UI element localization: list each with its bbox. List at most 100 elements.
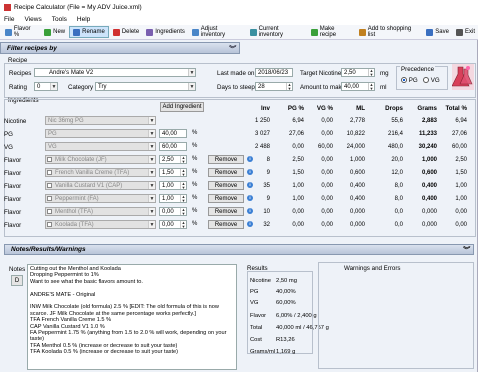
ingredient-select[interactable]: PG ▼ bbox=[45, 129, 156, 138]
column-header[interactable]: VG % bbox=[303, 105, 333, 112]
ingredient-checkbox[interactable] bbox=[47, 183, 52, 188]
radio-vg[interactable]: VG bbox=[423, 77, 440, 84]
spinner-icon[interactable]: ▲ ▼ bbox=[180, 156, 186, 163]
spinner-icon[interactable]: ▲ ▼ bbox=[368, 69, 374, 76]
category-select[interactable]: Try ▼ bbox=[95, 82, 196, 91]
ingredient-select[interactable]: Menthol (TFA) ▼ bbox=[45, 207, 156, 216]
flavor-icon bbox=[5, 28, 12, 36]
radio-empty-icon bbox=[423, 77, 429, 84]
menu-tools[interactable]: Tools bbox=[52, 16, 67, 23]
spinner-icon[interactable]: ▲ ▼ bbox=[180, 221, 186, 228]
chevron-down-icon: ▼ bbox=[148, 143, 155, 150]
spinner-icon[interactable]: ▲ ▼ bbox=[368, 83, 374, 90]
menu-file[interactable]: File bbox=[4, 16, 14, 23]
last-made-field[interactable]: 2018/06/23 bbox=[255, 68, 293, 77]
toolbar-exit-button[interactable]: Exit bbox=[453, 26, 478, 38]
rating-select[interactable]: 0 ▼ bbox=[34, 82, 58, 91]
percent-sign: % bbox=[192, 169, 198, 175]
category-label: Category bbox=[68, 84, 94, 91]
ingredient-type: Flavor bbox=[4, 222, 22, 229]
percent-field[interactable]: 0,00 ▲ ▼ bbox=[159, 220, 187, 229]
toolbar-flavor-button[interactable]: Flavor % bbox=[2, 26, 40, 38]
ingredient-select[interactable]: French Vanilla Creme (TFA) ▼ bbox=[45, 168, 156, 177]
ingredient-cell: 1,00 bbox=[455, 196, 467, 202]
percent-field[interactable]: 2,50 ▲ ▼ bbox=[159, 155, 187, 164]
toolbar-cart-button[interactable]: Add to shopping list bbox=[356, 26, 422, 38]
column-header[interactable]: Inv bbox=[240, 105, 270, 112]
ingredient-row: PG PG ▼ 40,00% 3 027 27,06 0,00 10,822 216,4 11,2… bbox=[4, 128, 476, 140]
ingredient-checkbox[interactable] bbox=[47, 222, 52, 227]
ingredient-cell: 2 488 bbox=[254, 144, 270, 150]
notes-results-bar[interactable]: Notes/Results/Warnings ︾ bbox=[4, 244, 474, 255]
amount-field[interactable]: 40,00 ▲ ▼ bbox=[341, 82, 375, 91]
column-header[interactable]: Grams bbox=[407, 105, 437, 112]
toolbar-delete-button[interactable]: Delete bbox=[110, 26, 142, 38]
collapse-chevron-icon[interactable]: ︾ bbox=[462, 245, 469, 255]
ingredient-select[interactable]: Nic 36mg PG ▼ bbox=[45, 116, 156, 125]
toolbar-ingredients-button[interactable]: Ingredients bbox=[143, 26, 188, 38]
warnings-label: Warnings and Errors bbox=[344, 265, 401, 272]
spinner-icon[interactable]: ▲ ▼ bbox=[180, 195, 186, 202]
toolbar-save-button[interactable]: Save bbox=[423, 26, 452, 38]
ingredient-select[interactable]: Peppermint (FA) ▼ bbox=[45, 194, 156, 203]
spinner-icon[interactable]: ▲ ▼ bbox=[180, 208, 186, 215]
recipe-select[interactable]: Andre's Mate V2 ▼ bbox=[34, 68, 196, 77]
ingredient-cell: 8,0 bbox=[394, 183, 403, 189]
ingredient-cell: 6,94 bbox=[455, 118, 467, 124]
last-made-label: Last made on bbox=[217, 70, 255, 77]
percent-field[interactable]: 1,50 ▲ ▼ bbox=[159, 168, 187, 177]
toolbar-rename-button[interactable]: Rename bbox=[69, 26, 109, 38]
spinner-icon[interactable]: ▲ ▼ bbox=[286, 83, 292, 90]
toolbar-inventory-button[interactable]: Current inventory bbox=[247, 26, 307, 38]
spinner-icon[interactable]: ▲ ▼ bbox=[180, 182, 186, 189]
ingredient-cell: 0,0 bbox=[394, 209, 403, 215]
column-header[interactable]: ML bbox=[335, 105, 365, 112]
menu-help[interactable]: Help bbox=[77, 16, 90, 23]
toolbar-adjust-button[interactable]: Adjust inventory bbox=[189, 26, 246, 38]
target-nicotine-field[interactable]: 2,50 ▲ ▼ bbox=[341, 68, 375, 77]
ingredient-type: VG bbox=[4, 144, 13, 151]
ingredient-cell: 2,883 bbox=[421, 118, 437, 124]
ingredient-checkbox[interactable] bbox=[47, 157, 52, 162]
toolbar-make-button[interactable]: Make recipe bbox=[308, 26, 355, 38]
spinner-icon[interactable]: ▲ ▼ bbox=[180, 169, 186, 176]
days-steep-field[interactable]: 28 ▲ ▼ bbox=[255, 82, 293, 91]
result-value: 1,169 g bbox=[276, 349, 296, 355]
notes-textarea[interactable]: Cutting out the Menthol and Koolada Dropp… bbox=[27, 264, 237, 370]
ingredient-select[interactable]: VG ▼ bbox=[45, 142, 156, 151]
notes-d-button[interactable]: D bbox=[11, 275, 23, 286]
percent-field[interactable]: 0,00 ▲ ▼ bbox=[159, 207, 187, 216]
filter-recipes-bar[interactable]: Filter recipes by ︾ bbox=[0, 42, 240, 54]
ingredient-select[interactable]: Vanilla Custard V1 (CAP) ▼ bbox=[45, 181, 156, 190]
column-header[interactable]: PG % bbox=[274, 105, 304, 112]
radio-pg[interactable]: PG bbox=[401, 77, 418, 84]
column-header[interactable]: Drops bbox=[373, 105, 403, 112]
toolbar-label: Save bbox=[435, 29, 449, 35]
add-ingredient-button[interactable]: Add Ingredient bbox=[160, 102, 204, 112]
ingredient-cell: 9 bbox=[266, 196, 270, 202]
ingredient-checkbox[interactable] bbox=[47, 170, 52, 175]
collapse-chevron-icon[interactable]: ︾ bbox=[228, 44, 235, 54]
ingredient-checkbox[interactable] bbox=[47, 196, 52, 201]
percent-field[interactable]: 1,00 ▲ ▼ bbox=[159, 181, 187, 190]
result-value: 60,00% bbox=[276, 300, 296, 306]
column-header[interactable]: Total % bbox=[437, 105, 467, 112]
percent-field[interactable]: 40,00 bbox=[159, 129, 187, 138]
percent-field[interactable]: 60,00 bbox=[159, 142, 187, 151]
ingredient-row: Flavor Vanilla Custard V1 (CAP) ▼ 1,00 ▲ ▼% Re… bbox=[4, 180, 476, 192]
toolbar-new-button[interactable]: New bbox=[41, 26, 68, 38]
ingredient-select[interactable]: Milk Chocolate (JF) ▼ bbox=[45, 155, 156, 164]
ingredient-cell: 0,00 bbox=[321, 209, 333, 215]
notes-title: Notes/Results/Warnings bbox=[11, 246, 86, 253]
result-key: Cost bbox=[250, 337, 262, 343]
ingredient-select[interactable]: Koolada (TFA) ▼ bbox=[45, 220, 156, 229]
menu-views[interactable]: Views bbox=[24, 16, 41, 23]
delete-icon bbox=[112, 28, 120, 36]
percent-field[interactable]: 1,00 ▲ ▼ bbox=[159, 194, 187, 203]
chevron-down-icon: ▼ bbox=[148, 130, 155, 137]
toolbar-label: Add to shopping list bbox=[367, 26, 412, 38]
background-strip bbox=[478, 0, 500, 372]
ingredient-checkbox[interactable] bbox=[47, 209, 52, 214]
new-icon bbox=[44, 28, 52, 36]
filter-title: Filter recipes by bbox=[7, 44, 57, 52]
